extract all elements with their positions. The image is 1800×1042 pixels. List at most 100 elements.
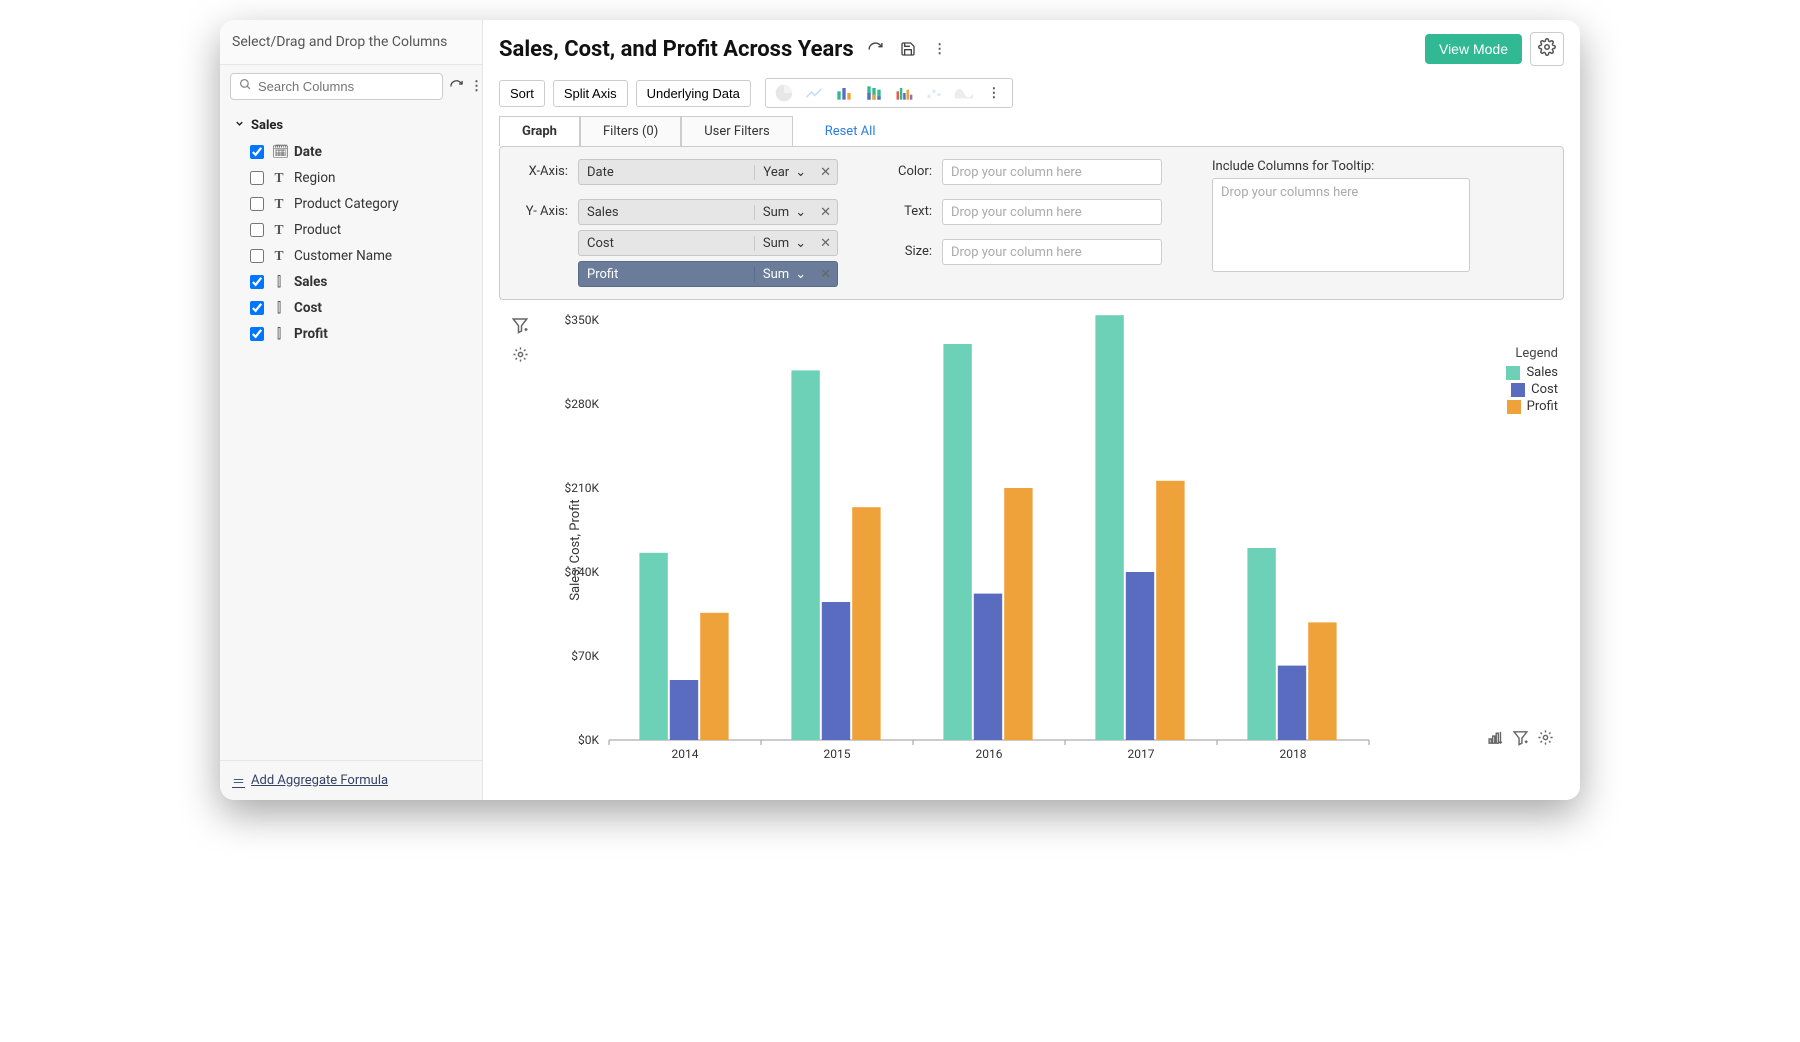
- multicolor-bar-icon[interactable]: [892, 82, 916, 104]
- column-checkbox[interactable]: [250, 301, 264, 315]
- chart-area: Sales, Cost, Profit $0K$70K$140K$210K$28…: [483, 300, 1580, 800]
- title-more-icon[interactable]: ⋮: [930, 39, 950, 59]
- refresh-icon[interactable]: [866, 39, 886, 59]
- x-pill-remove-icon[interactable]: ✕: [814, 165, 837, 180]
- legend-label: Sales: [1526, 365, 1558, 380]
- tab-graph[interactable]: Graph: [499, 116, 580, 146]
- search-input-wrap[interactable]: [230, 73, 443, 100]
- add-aggregate-link[interactable]: ＝ Add Aggregate Formula: [232, 771, 470, 790]
- y-pill-remove-icon[interactable]: ✕: [814, 236, 837, 251]
- legend-item[interactable]: Cost: [1506, 382, 1558, 397]
- column-checkbox[interactable]: [250, 145, 264, 159]
- y-pill-remove-icon[interactable]: ✕: [814, 205, 837, 220]
- bar[interactable]: [1095, 315, 1123, 740]
- text-drop[interactable]: Drop your column here: [942, 199, 1162, 225]
- y-pill-remove-icon[interactable]: ✕: [814, 267, 837, 282]
- bar[interactable]: [1278, 666, 1306, 740]
- bar[interactable]: [1308, 622, 1336, 740]
- svg-text:$70K: $70K: [571, 649, 599, 663]
- bar[interactable]: [943, 344, 971, 740]
- y-pill-agg[interactable]: Sum ⌄: [754, 236, 814, 251]
- column-name: Profit: [294, 326, 328, 342]
- y-pill-agg[interactable]: Sum ⌄: [754, 205, 814, 220]
- column-checkbox[interactable]: [250, 223, 264, 237]
- sort-button[interactable]: Sort: [499, 80, 545, 107]
- column-item[interactable]: ⫿ Sales: [230, 269, 472, 295]
- bar[interactable]: [670, 680, 698, 740]
- bar-chart: $0K$70K$140K$210K$280K$350K2014201520162…: [529, 310, 1489, 770]
- column-checkbox[interactable]: [250, 171, 264, 185]
- legend-item[interactable]: Sales: [1506, 365, 1558, 380]
- size-drop[interactable]: Drop your column here: [942, 239, 1162, 265]
- y-pill-agg[interactable]: Sum ⌄: [754, 267, 814, 282]
- bar[interactable]: [822, 602, 850, 740]
- sidebar: Select/Drag and Drop the Columns ⋮ Sales…: [220, 20, 483, 800]
- column-checkbox[interactable]: [250, 197, 264, 211]
- svg-text:2016: 2016: [976, 747, 1003, 761]
- text-label: Text:: [878, 199, 932, 219]
- legend-swatch: [1511, 383, 1525, 397]
- y-axis-pill[interactable]: Sales Sum ⌄ ✕: [578, 199, 838, 225]
- legend-swatch: [1507, 400, 1521, 414]
- chart-settings-icon[interactable]: [512, 346, 529, 367]
- split-axis-button[interactable]: Split Axis: [553, 80, 628, 107]
- column-checkbox[interactable]: [250, 327, 264, 341]
- chart-corner-tools: [1487, 729, 1554, 750]
- bar[interactable]: [1156, 481, 1184, 740]
- svg-text:2017: 2017: [1128, 747, 1155, 761]
- column-checkbox[interactable]: [250, 275, 264, 289]
- column-checkbox[interactable]: [250, 249, 264, 263]
- y-axis-pill[interactable]: Cost Sum ⌄ ✕: [578, 230, 838, 256]
- sidebar-header: Select/Drag and Drop the Columns: [220, 20, 482, 65]
- bar[interactable]: [1004, 488, 1032, 740]
- chevron-down-icon: ⌄: [795, 165, 806, 180]
- legend-item[interactable]: Profit: [1506, 399, 1558, 414]
- filter-add-icon[interactable]: [511, 316, 529, 338]
- color-drop[interactable]: Drop your column here: [942, 159, 1162, 185]
- column-item[interactable]: ⫿ Profit: [230, 321, 472, 347]
- stacked-bar-icon[interactable]: [862, 82, 886, 104]
- chart-more-icon[interactable]: ⋮: [982, 82, 1006, 104]
- filter-add-icon[interactable]: [1512, 729, 1529, 750]
- bar[interactable]: [1247, 548, 1275, 740]
- svg-text:$350K: $350K: [564, 313, 599, 327]
- column-item[interactable]: ⫿ Cost: [230, 295, 472, 321]
- column-group-header[interactable]: Sales: [230, 112, 472, 139]
- column-item[interactable]: T Region: [230, 165, 472, 191]
- calendar-icon: 🗓: [272, 144, 286, 160]
- bar[interactable]: [1126, 572, 1154, 740]
- add-aggregate-label: Add Aggregate Formula: [251, 773, 388, 788]
- tooltip-drop[interactable]: Drop your columns here: [1212, 178, 1470, 272]
- column-item[interactable]: T Product: [230, 217, 472, 243]
- bar[interactable]: [639, 553, 667, 740]
- column-item[interactable]: T Customer Name: [230, 243, 472, 269]
- legend-label: Cost: [1531, 382, 1558, 397]
- column-item[interactable]: T Product Category: [230, 191, 472, 217]
- tab-filters[interactable]: Filters (0): [580, 116, 681, 146]
- underlying-data-button[interactable]: Underlying Data: [636, 80, 751, 107]
- bar[interactable]: [700, 613, 728, 740]
- reset-all-link[interactable]: Reset All: [803, 117, 898, 146]
- save-icon[interactable]: [898, 39, 918, 59]
- bar[interactable]: [791, 370, 819, 740]
- columns-more-icon[interactable]: ⋮: [470, 77, 483, 97]
- chevron-down-icon: ⌄: [795, 236, 806, 251]
- sidebar-search-row: ⋮: [220, 65, 482, 108]
- y-axis-pill[interactable]: Profit Sum ⌄ ✕: [578, 261, 838, 287]
- x-pill-agg[interactable]: Year⌄: [754, 165, 814, 180]
- bar[interactable]: [974, 594, 1002, 740]
- x-axis-pill[interactable]: Date Year⌄ ✕: [578, 159, 838, 185]
- search-input[interactable]: [258, 79, 434, 94]
- refresh-columns-icon[interactable]: [449, 77, 464, 97]
- view-mode-button[interactable]: View Mode: [1425, 34, 1522, 64]
- settings-button[interactable]: [1530, 32, 1564, 66]
- pie-chart-icon: [772, 82, 796, 104]
- tab-user-filters[interactable]: User Filters: [681, 116, 792, 146]
- bar-chart-icon[interactable]: [832, 82, 856, 104]
- column-item[interactable]: 🗓 Date: [230, 139, 472, 165]
- gear-icon[interactable]: [1537, 729, 1554, 750]
- svg-text:2015: 2015: [824, 747, 851, 761]
- x-pill-name: Date: [579, 165, 754, 180]
- sort-bars-icon[interactable]: [1487, 729, 1504, 750]
- bar[interactable]: [852, 507, 880, 740]
